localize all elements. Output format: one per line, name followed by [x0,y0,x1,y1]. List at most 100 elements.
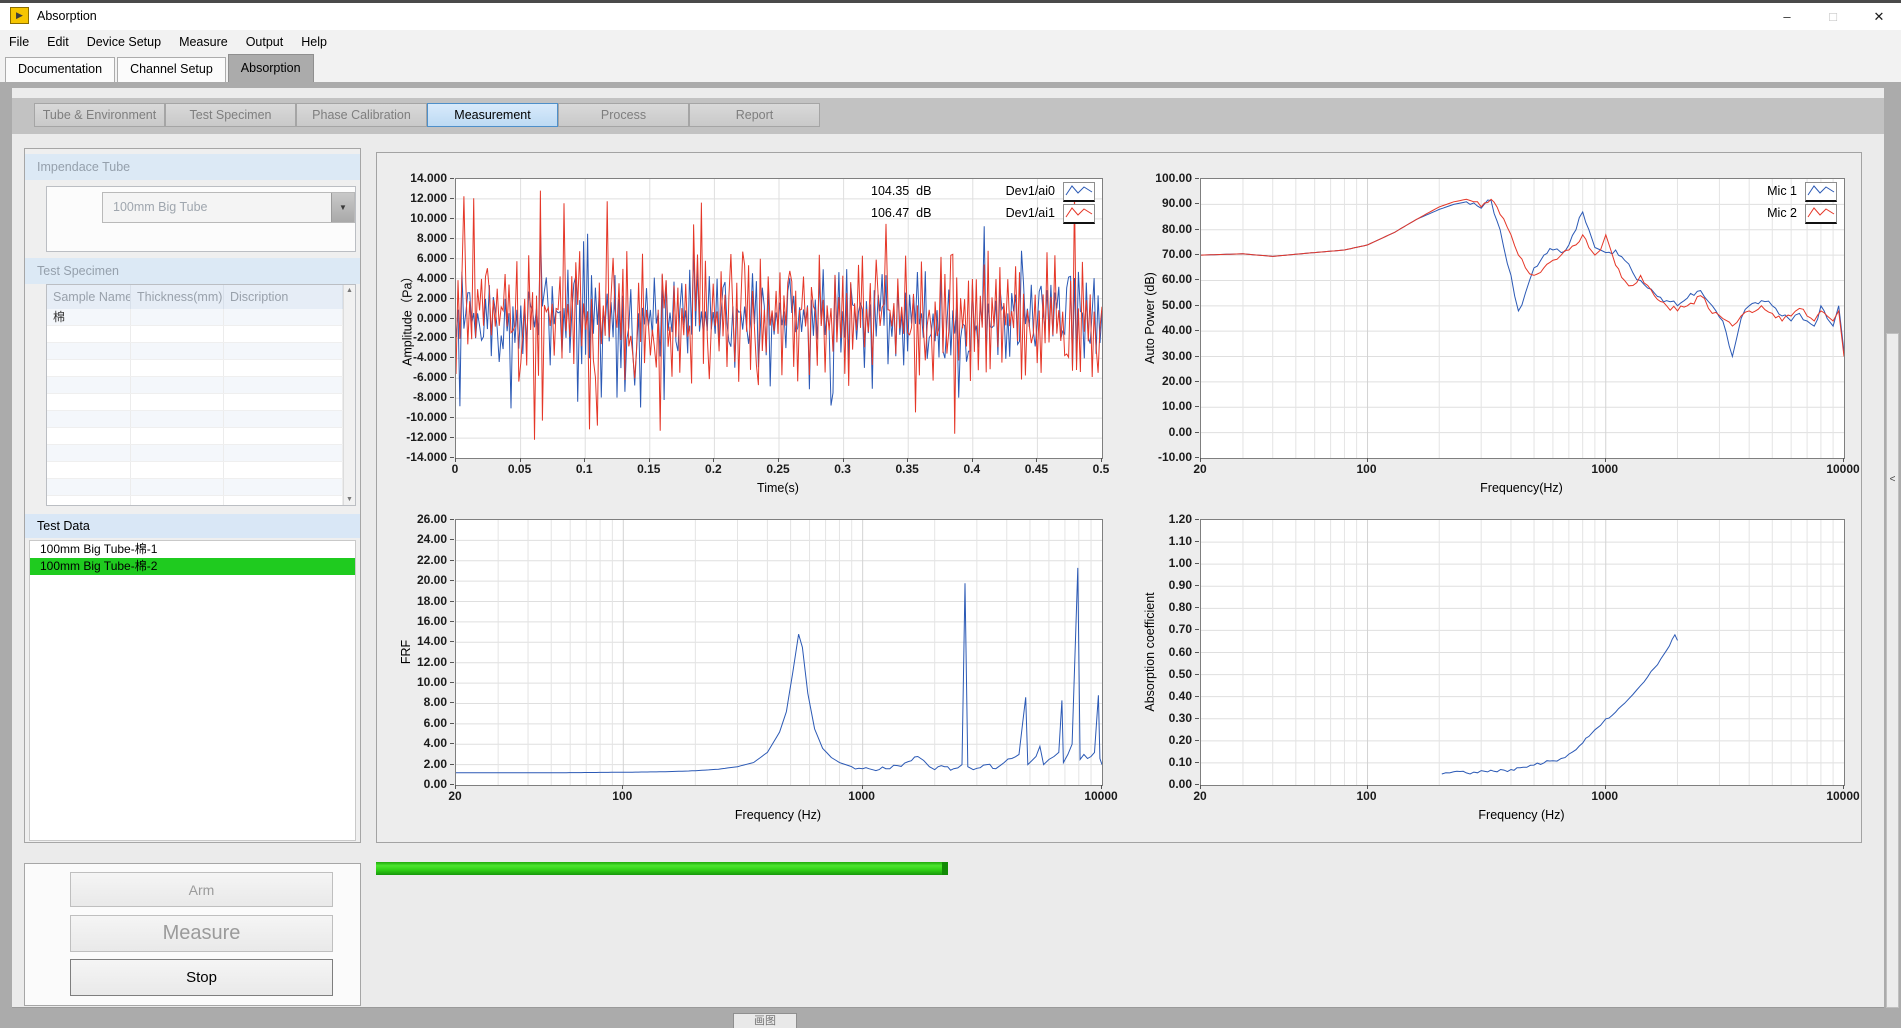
legend-plot-icon[interactable] [1063,204,1095,224]
main-tab-channel-setup[interactable]: Channel Setup [117,57,226,82]
menu-item-output[interactable]: Output [237,30,293,54]
y-tick-label: 0.40 [1130,689,1192,703]
table-cell [131,445,224,461]
legend-label: Dev1/ai0 [951,182,1055,200]
test-data-item[interactable]: 100mm Big Tube-棉-1 [30,541,355,558]
sub-tab-phase-calibration[interactable]: Phase Calibration [296,103,427,127]
y-tick-mark [1195,585,1199,586]
table-row[interactable] [47,360,355,377]
table-column-header: Thickness(mm) [131,285,224,309]
x-tick-mark [1367,458,1368,462]
menu-item-help[interactable]: Help [292,30,336,54]
menu-item-file[interactable]: File [0,30,38,54]
table-cell [47,326,131,342]
y-tick-mark [450,178,454,179]
x-tick-label: 1000 [1570,789,1640,803]
chevron-down-icon[interactable]: ▼ [331,193,354,222]
y-tick-label: 100.00 [1130,171,1192,185]
y-tick-mark [450,764,454,765]
bottom-tab-huitu[interactable]: 画图 [733,1013,797,1028]
y-tick-mark [450,784,454,785]
y-tick-label: 40.00 [1130,323,1192,337]
legend-line-sample [1064,183,1094,199]
y-tick-label: 6.000 [385,251,447,265]
arm-button[interactable]: Arm [70,872,333,907]
table-scrollbar[interactable]: ▲ ▼ [343,285,355,505]
main-tab-absorption[interactable]: Absorption [228,54,314,82]
stop-button[interactable]: Stop [70,959,333,996]
table-row[interactable] [47,377,355,394]
menu-item-measure[interactable]: Measure [170,30,237,54]
y-tick-mark [450,580,454,581]
y-tick-label: 10.00 [385,675,447,689]
y-tick-mark [1195,279,1199,280]
y-tick-mark [450,437,454,438]
y-tick-label: 0.00 [1130,425,1192,439]
legend-plot-icon[interactable] [1063,182,1095,202]
progress-bar [376,862,948,875]
table-row[interactable] [47,411,355,428]
y-axis-label: Absorption coefficient [1143,592,1157,711]
table-row[interactable] [47,445,355,462]
table-row[interactable] [47,462,355,479]
y-tick-label: 22.00 [385,553,447,567]
legend-line-sample [1806,183,1836,199]
y-tick-label: 20.00 [385,573,447,587]
collapse-left-icon[interactable]: < [1887,474,1898,485]
impedance-tube-dropdown[interactable]: 100mm Big Tube ▼ [102,192,355,223]
table-row[interactable] [47,343,355,360]
y-tick-label: 10.00 [1130,399,1192,413]
x-axis-label: Frequency (Hz) [1442,808,1602,822]
table-row[interactable] [47,428,355,445]
y-tick-label: 26.00 [385,512,447,526]
sub-tab-report[interactable]: Report [689,103,820,127]
y-tick-mark [1195,406,1199,407]
menu-item-edit[interactable]: Edit [38,30,78,54]
maximize-button[interactable]: □ [1810,3,1856,30]
y-tick-label: 2.000 [385,291,447,305]
minimize-button[interactable]: – [1764,3,1810,30]
legend-plot-icon[interactable] [1805,182,1837,202]
sub-tab-tube-environment[interactable]: Tube & Environment [34,103,165,127]
y-tick-mark [1195,718,1199,719]
scroll-up-icon[interactable]: ▲ [344,287,355,294]
progress-bar-cap [942,862,948,875]
legend-line-sample [1064,205,1094,221]
y-tick-mark [450,278,454,279]
scroll-down-icon[interactable]: ▼ [344,496,355,503]
table-cell [47,394,131,410]
chart-frf-plot[interactable] [455,519,1103,786]
side-splitter[interactable]: < [1886,333,1899,1008]
table-cell [47,496,131,506]
sub-tab-test-specimen[interactable]: Test Specimen [165,103,296,127]
y-tick-label: -12.000 [385,430,447,444]
level-readout: 106.47 dB [871,206,931,220]
level-readout: 104.35 dB [871,184,931,198]
close-button[interactable]: ✕ [1856,3,1901,30]
table-row[interactable] [47,326,355,343]
y-tick-label: 0.80 [1130,600,1192,614]
test-data-item[interactable]: 100mm Big Tube-棉-2 [30,558,355,575]
table-row[interactable] [47,496,355,506]
y-tick-mark [450,519,454,520]
x-tick-mark [584,458,585,462]
x-tick-mark [713,458,714,462]
sub-tab-measurement[interactable]: Measurement [427,103,558,127]
main-tab-documentation[interactable]: Documentation [5,57,115,82]
menu-item-device-setup[interactable]: Device Setup [78,30,170,54]
table-row[interactable]: 棉 [47,309,355,326]
table-row[interactable] [47,479,355,496]
legend-label: Dev1/ai1 [951,204,1055,222]
y-tick-mark [1195,330,1199,331]
table-cell: 棉 [47,309,131,325]
table-row[interactable] [47,394,355,411]
y-tick-mark [450,238,454,239]
measure-button[interactable]: Measure [70,915,333,952]
sub-tab-process[interactable]: Process [558,103,689,127]
y-tick-mark [450,377,454,378]
table-cell [131,394,224,410]
y-tick-label: 24.00 [385,532,447,546]
legend-plot-icon[interactable] [1805,204,1837,224]
table-cell [224,428,343,444]
chart-absorption-coefficient-plot[interactable] [1200,519,1845,786]
